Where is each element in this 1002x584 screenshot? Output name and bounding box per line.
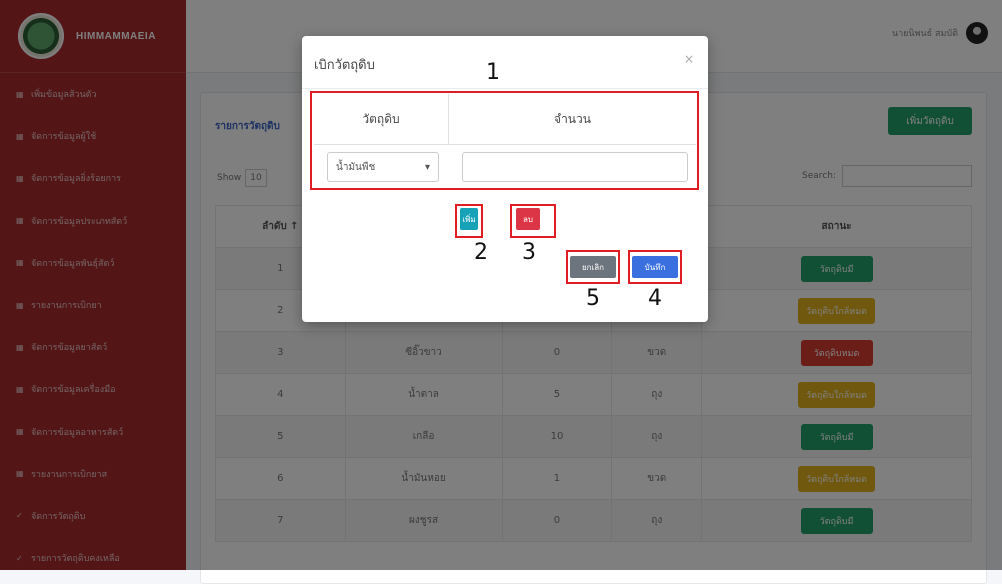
annotation-box-add <box>455 204 483 238</box>
close-icon[interactable]: × <box>684 52 694 66</box>
annotation-number-5: 5 <box>586 286 600 311</box>
annotation-number-4: 4 <box>648 286 662 311</box>
annotation-number-1: 1 <box>486 60 500 85</box>
annotation-box-cancel <box>566 250 620 284</box>
annotation-number-3: 3 <box>522 240 536 265</box>
annotation-box-save <box>628 250 682 284</box>
annotation-box-delete <box>510 204 556 238</box>
annotation-box-form <box>310 91 699 190</box>
modal-header: เบิกวัตถุดิบ × <box>302 36 708 89</box>
modal-title: เบิกวัตถุดิบ <box>314 58 375 73</box>
annotation-number-2: 2 <box>474 240 488 265</box>
